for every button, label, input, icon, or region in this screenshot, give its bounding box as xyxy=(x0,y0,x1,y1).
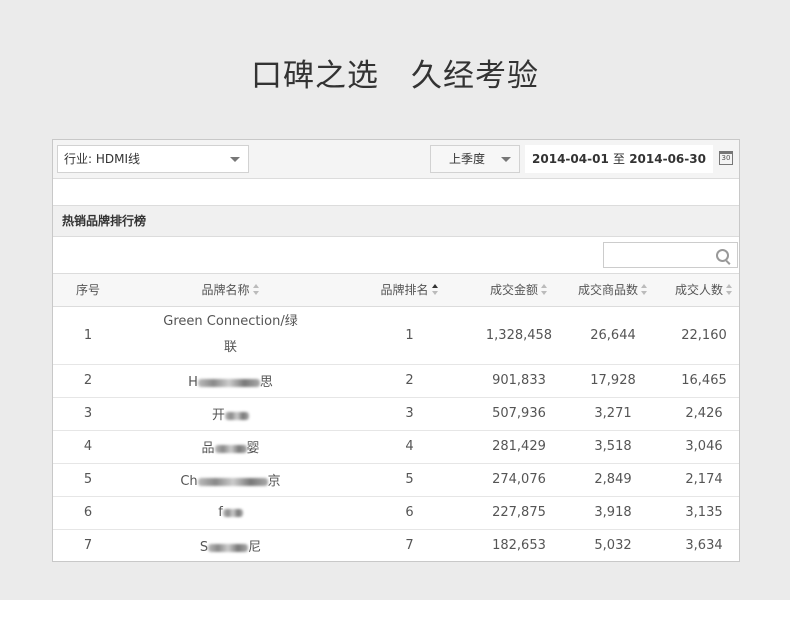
cell-items: 3,918 xyxy=(557,496,669,530)
search-row xyxy=(53,238,739,274)
cell-amount: 507,936 xyxy=(481,397,557,431)
cell-amount: 227,875 xyxy=(481,496,557,530)
cell-index: 1 xyxy=(53,306,123,365)
cell-amount: 274,076 xyxy=(481,463,557,497)
cell-items: 3,518 xyxy=(557,430,669,464)
table-row: 6 f 6 227,875 3,918 3,135 xyxy=(53,496,739,530)
filter-toolbar: 行业: HDMI线 上季度 2014-04-01 至 2014-06-30 30 xyxy=(53,140,739,179)
cell-buyers: 16,465 xyxy=(669,364,739,398)
cell-items: 17,928 xyxy=(557,364,669,398)
page-title: 口碑之选 久经考验 xyxy=(251,58,539,94)
cell-index: 3 xyxy=(53,397,123,431)
cell-brand: f xyxy=(123,496,338,530)
column-header-rank[interactable]: 品牌排名 xyxy=(338,274,481,307)
cell-buyers: 2,174 xyxy=(669,463,739,497)
column-header-items[interactable]: 成交商品数 xyxy=(557,274,669,307)
period-select[interactable]: 上季度 xyxy=(430,145,520,173)
cell-brand: Green Connection/绿联 xyxy=(123,306,338,365)
redacted-text xyxy=(197,378,260,387)
cell-items: 26,644 xyxy=(557,306,669,365)
cell-rank: 4 xyxy=(338,430,481,464)
cell-rank: 7 xyxy=(405,538,414,554)
cell-buyers: 3,634 xyxy=(685,538,723,554)
cell-rank: 3 xyxy=(338,397,481,431)
column-header-brand[interactable]: 品牌名称 xyxy=(123,274,338,307)
cell-brand: 品婴 xyxy=(123,430,338,464)
cell-amount: 901,833 xyxy=(481,364,557,398)
brand-ranking-table: 序号 品牌名称 品牌排名 成交金额 成交商品数 成交人数 1 Green Con… xyxy=(53,274,739,562)
table-row: 4 品婴 4 281,429 3,518 3,046 xyxy=(53,430,739,464)
column-header-amount[interactable]: 成交金额 xyxy=(481,274,557,307)
cell-amount: 182,653 xyxy=(492,538,546,554)
period-select-value: 上季度 xyxy=(449,152,486,166)
cell-rank: 2 xyxy=(338,364,481,398)
sort-icon[interactable] xyxy=(726,284,733,296)
cell-index: 6 xyxy=(53,496,123,530)
sort-icon[interactable] xyxy=(541,284,548,296)
sort-icon[interactable] xyxy=(252,284,260,296)
redacted-text xyxy=(214,444,247,453)
empty-row xyxy=(53,179,739,206)
redacted-text xyxy=(222,508,243,517)
cell-amount: 281,429 xyxy=(481,430,557,464)
cell-amount: 1,328,458 xyxy=(481,306,557,365)
column-header-buyers[interactable]: 成交人数 xyxy=(669,274,739,307)
date-start: 2014-04-01 xyxy=(532,152,609,166)
redacted-text xyxy=(208,543,249,552)
industry-select[interactable]: 行业: HDMI线 xyxy=(57,145,249,173)
date-separator: 至 xyxy=(612,152,625,166)
search-icon[interactable] xyxy=(716,249,729,262)
cell-brand: S尼 xyxy=(199,540,262,556)
date-range-input[interactable]: 2014-04-01 至 2014-06-30 xyxy=(525,145,713,173)
table-row: 1 Green Connection/绿联 1 1,328,458 26,644… xyxy=(53,306,739,365)
cell-buyers: 3,135 xyxy=(669,496,739,530)
redacted-text xyxy=(225,411,249,420)
table-row: 5 Ch 京 5 274,076 2,849 2,174 xyxy=(53,463,739,497)
table-row: 2 H思 2 901,833 17,928 16,465 xyxy=(53,364,739,398)
cell-brand: 开 xyxy=(123,397,338,431)
cell-index: 2 xyxy=(53,364,123,398)
chevron-down-icon xyxy=(501,157,511,162)
date-end: 2014-06-30 xyxy=(629,152,706,166)
column-header-index: 序号 xyxy=(53,274,123,307)
cell-items: 2,849 xyxy=(557,463,669,497)
cell-brand: Ch 京 xyxy=(123,463,338,497)
cell-index: 7 xyxy=(83,538,93,554)
cell-buyers: 3,046 xyxy=(669,430,739,464)
calendar-icon[interactable]: 30 xyxy=(719,151,733,165)
sort-icon[interactable] xyxy=(641,284,648,296)
industry-select-value: 行业: HDMI线 xyxy=(64,152,141,166)
cell-brand: H思 xyxy=(123,364,338,398)
cell-buyers: 2,426 xyxy=(669,397,739,431)
cell-index: 5 xyxy=(53,463,123,497)
brand-ranking-panel: 行业: HDMI线 上季度 2014-04-01 至 2014-06-30 30… xyxy=(52,139,740,562)
section-title: 热销品牌排行榜 xyxy=(53,206,739,237)
sort-asc-icon[interactable] xyxy=(431,284,439,296)
cell-rank: 6 xyxy=(338,496,481,530)
redacted-text xyxy=(197,477,268,486)
table-row: 7 S尼 7 182,653 5,032 3,634 xyxy=(53,529,739,562)
table-header-row: 序号 品牌名称 品牌排名 成交金额 成交商品数 成交人数 xyxy=(53,274,739,307)
cell-items: 5,032 xyxy=(594,538,632,554)
cell-rank: 5 xyxy=(338,463,481,497)
cell-buyers: 22,160 xyxy=(669,306,739,365)
table-row: 3 开 3 507,936 3,271 2,426 xyxy=(53,397,739,431)
cell-items: 3,271 xyxy=(557,397,669,431)
cell-rank: 1 xyxy=(338,306,481,365)
chevron-down-icon xyxy=(230,157,240,162)
cell-index: 4 xyxy=(53,430,123,464)
